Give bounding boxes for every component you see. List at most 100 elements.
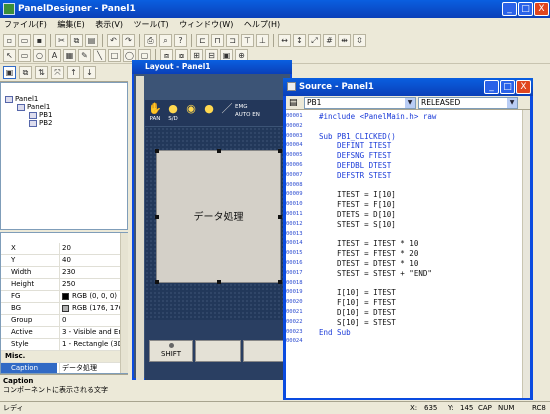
menu-window[interactable]: ウィンドウ(W) (179, 20, 233, 29)
chevron-down-icon: ▼ (507, 98, 517, 108)
tree-sort-icon[interactable]: ⇅ (35, 66, 48, 79)
status-text: レディ (3, 404, 24, 412)
code-line: DTEST = DTEST * 10 (319, 259, 419, 268)
led-icon (169, 343, 174, 348)
code-scrollbar[interactable] (522, 110, 530, 398)
line-number: 00024 (286, 338, 303, 345)
property-row-height[interactable]: Height 250 (1, 279, 121, 291)
print-icon[interactable]: ⎙ (144, 34, 157, 47)
property-row-active[interactable]: Active3 - Visible and Enable (1, 327, 121, 339)
align-left-icon[interactable]: ⊏ (196, 34, 209, 47)
pen-icon: ／ (221, 102, 233, 115)
maximize-button[interactable]: □ (518, 2, 533, 16)
align-right-icon[interactable]: ⊐ (226, 34, 239, 47)
property-row-group[interactable]: Group 0 (1, 315, 121, 327)
property-row-width[interactable]: Width 230 (1, 267, 121, 279)
layout-button-2[interactable] (195, 340, 241, 362)
label-tool-icon[interactable]: A (48, 49, 61, 62)
layout-palette: ✋ PAN ● S/D ◉ ● ／ (145, 100, 292, 126)
pointer-icon[interactable]: ↖ (3, 49, 16, 62)
save-icon[interactable]: ▪ (33, 34, 46, 47)
find-icon[interactable]: ⌕ (159, 34, 172, 47)
open-icon[interactable]: ▭ (18, 34, 31, 47)
property-help-title: Caption (3, 377, 34, 385)
property-scrollbar[interactable] (120, 233, 128, 373)
minimize-button[interactable]: _ (502, 2, 517, 16)
tree-view-icon[interactable]: ▣ (3, 66, 16, 79)
property-row-y[interactable]: Y 40 (1, 255, 121, 267)
palette-bulb[interactable]: ● (201, 102, 217, 116)
source-minimize-button[interactable]: _ (484, 80, 499, 94)
object-select[interactable]: PB1 ▼ (304, 97, 416, 109)
property-row-bg[interactable]: BGRGB (176, 176, 1 (1, 303, 121, 315)
new-icon[interactable]: ▫ (3, 34, 16, 47)
source-maximize-button[interactable]: □ (500, 80, 515, 94)
resize-handle[interactable] (278, 280, 282, 284)
menu-edit[interactable]: 編集(E) (57, 20, 84, 29)
property-help: Caption コンポーネントに表示される文字 (0, 374, 128, 400)
property-category-misc[interactable]: Misc. (1, 351, 121, 363)
palette-lamp[interactable]: ◉ (183, 102, 199, 116)
align-center-icon[interactable]: ⊓ (211, 34, 224, 47)
menu-help[interactable]: ヘルプ(H) (244, 20, 280, 29)
toolbar-separator (50, 34, 51, 47)
grid-icon[interactable]: # (323, 34, 336, 47)
tree-move-icon[interactable]: ⤧ (51, 66, 64, 79)
resize-handle[interactable] (155, 280, 159, 284)
line-number: 00020 (286, 299, 303, 306)
palette-pan[interactable]: ✋ PAN (147, 102, 163, 122)
code-line: #include <PanelMain.h> raw (319, 112, 437, 121)
panel-icon (17, 103, 25, 111)
space-v-icon[interactable]: ⇳ (353, 34, 366, 47)
menu-file[interactable]: ファイル(F) (4, 20, 47, 29)
align-bottom-icon[interactable]: ⊥ (256, 34, 269, 47)
shift-button[interactable]: SHIFT (149, 340, 193, 362)
resize-handle[interactable] (217, 280, 221, 284)
space-h-icon[interactable]: ⇹ (338, 34, 351, 47)
tree-down-icon[interactable]: ↓ (83, 66, 96, 79)
tree-node-root[interactable]: Panel1 (5, 95, 38, 103)
property-row-x[interactable]: X 20 (1, 243, 121, 255)
tree-node-pb1[interactable]: PB1 (29, 111, 52, 119)
line-number: 00014 (286, 240, 303, 247)
code-editor[interactable]: 00001 #include <PanelMain.h> raw 00002 0000… (286, 110, 522, 398)
undo-icon[interactable]: ↶ (107, 34, 120, 47)
property-row-style[interactable]: Style 1 - Rectangle (3D) (1, 339, 121, 351)
tree-node-panel[interactable]: Panel1 (17, 103, 50, 111)
resize-handle[interactable] (217, 149, 221, 153)
cut-icon[interactable]: ✂ (55, 34, 68, 47)
same-width-icon[interactable]: ↔ (278, 34, 291, 47)
code-line: Sub PB1_CLICKED() (319, 131, 396, 141)
tree-up-icon[interactable]: ↑ (67, 66, 80, 79)
tree-copy-icon[interactable]: ⧉ (19, 66, 32, 79)
code-line: ITEST = I[10] (319, 190, 396, 200)
code-line: DTETS = D[10] (319, 210, 396, 219)
close-button[interactable]: X (534, 2, 549, 16)
redo-icon[interactable]: ↷ (122, 34, 135, 47)
palette-sd[interactable]: ● S/D (165, 102, 181, 122)
image-tool-icon[interactable]: ▦ (63, 49, 76, 62)
line-tool-icon[interactable]: ╲ (93, 49, 106, 62)
menu-tools[interactable]: ツール(T) (134, 20, 169, 29)
copy-icon[interactable]: ⧉ (70, 34, 83, 47)
help-icon[interactable]: ? (174, 34, 187, 47)
edit-tool-icon[interactable]: ✎ (78, 49, 91, 62)
tree-node-pb2[interactable]: PB2 (29, 119, 52, 127)
align-top-icon[interactable]: ⊤ (241, 34, 254, 47)
source-close-button[interactable]: X (516, 80, 531, 94)
event-select[interactable]: RELEASED ▼ (418, 97, 518, 109)
lamp-tool-icon[interactable]: ○ (33, 49, 46, 62)
rect-tool-icon[interactable]: □ (108, 49, 121, 62)
menu-view[interactable]: 表示(V) (95, 20, 123, 29)
button-tool-icon[interactable]: ▭ (18, 49, 31, 62)
same-size-icon[interactable]: ⤢ (308, 34, 321, 47)
resize-handle[interactable] (155, 149, 159, 153)
layout-scrollbar[interactable] (136, 76, 144, 380)
line-number: 00023 (286, 328, 303, 335)
palette-pen[interactable]: ／ (219, 102, 235, 116)
property-row-caption[interactable]: Caption データ処理 (1, 363, 121, 373)
resize-handle[interactable] (278, 149, 282, 153)
same-height-icon[interactable]: ↕ (293, 34, 306, 47)
paste-icon[interactable]: ▤ (85, 34, 98, 47)
property-row-fg[interactable]: FG RGB (0, 0, 0) (1, 291, 121, 303)
